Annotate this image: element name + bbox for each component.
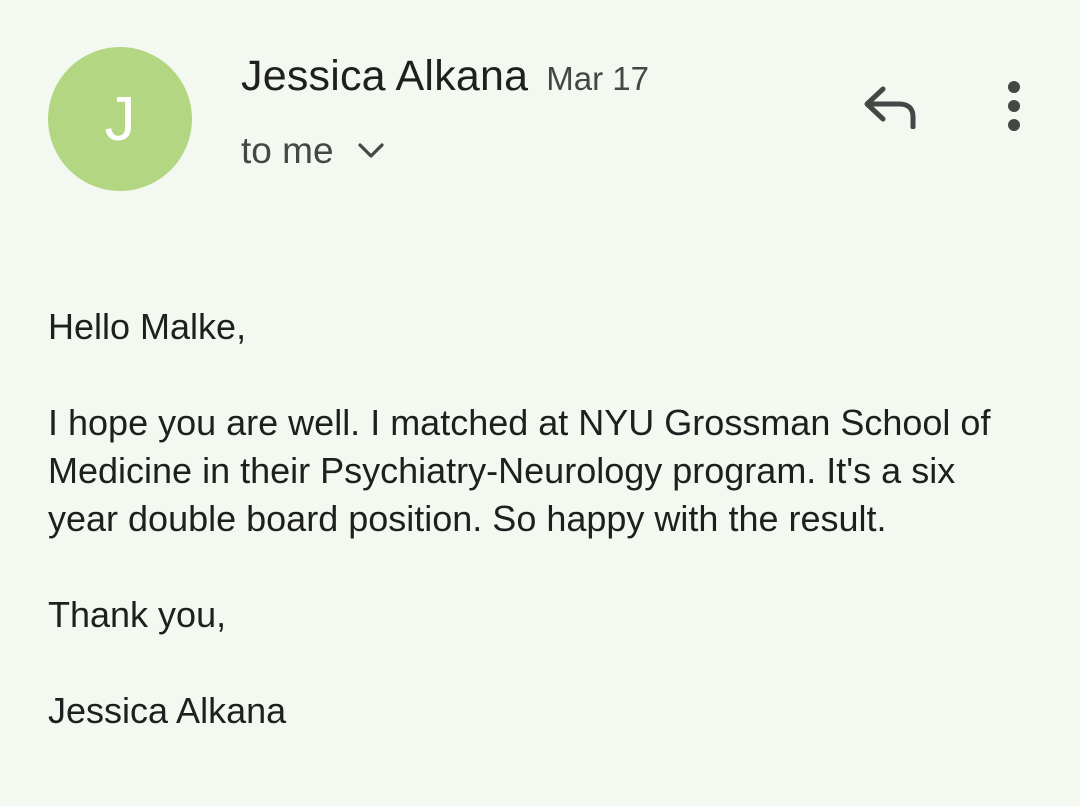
email-greeting: Hello Malke, [48, 306, 247, 347]
chevron-down-icon [354, 134, 388, 168]
sender-line: Jessica Alkana Mar 17 [241, 52, 649, 101]
email-signature: Jessica Alkana [48, 690, 287, 731]
email-paragraph: I hope you are well. I matched at NYU Gr… [48, 402, 991, 539]
reply-button[interactable] [854, 78, 926, 138]
recipient-summary: to me [241, 130, 334, 171]
email-closing: Thank you, [48, 594, 227, 635]
sender-avatar[interactable]: J [48, 47, 192, 191]
sender-name[interactable]: Jessica Alkana [241, 52, 528, 101]
more-vert-icon [1004, 79, 1024, 138]
reply-icon [861, 83, 919, 134]
avatar-initial: J [104, 84, 136, 154]
email-body: Hello Malke, I hope you are well. I matc… [48, 303, 1008, 735]
more-options-button[interactable] [988, 72, 1040, 144]
email-header: J Jessica Alkana Mar 17 to me [0, 0, 1080, 230]
recipient-details-toggle[interactable]: to me [241, 130, 388, 172]
email-date: Mar 17 [546, 60, 649, 97]
